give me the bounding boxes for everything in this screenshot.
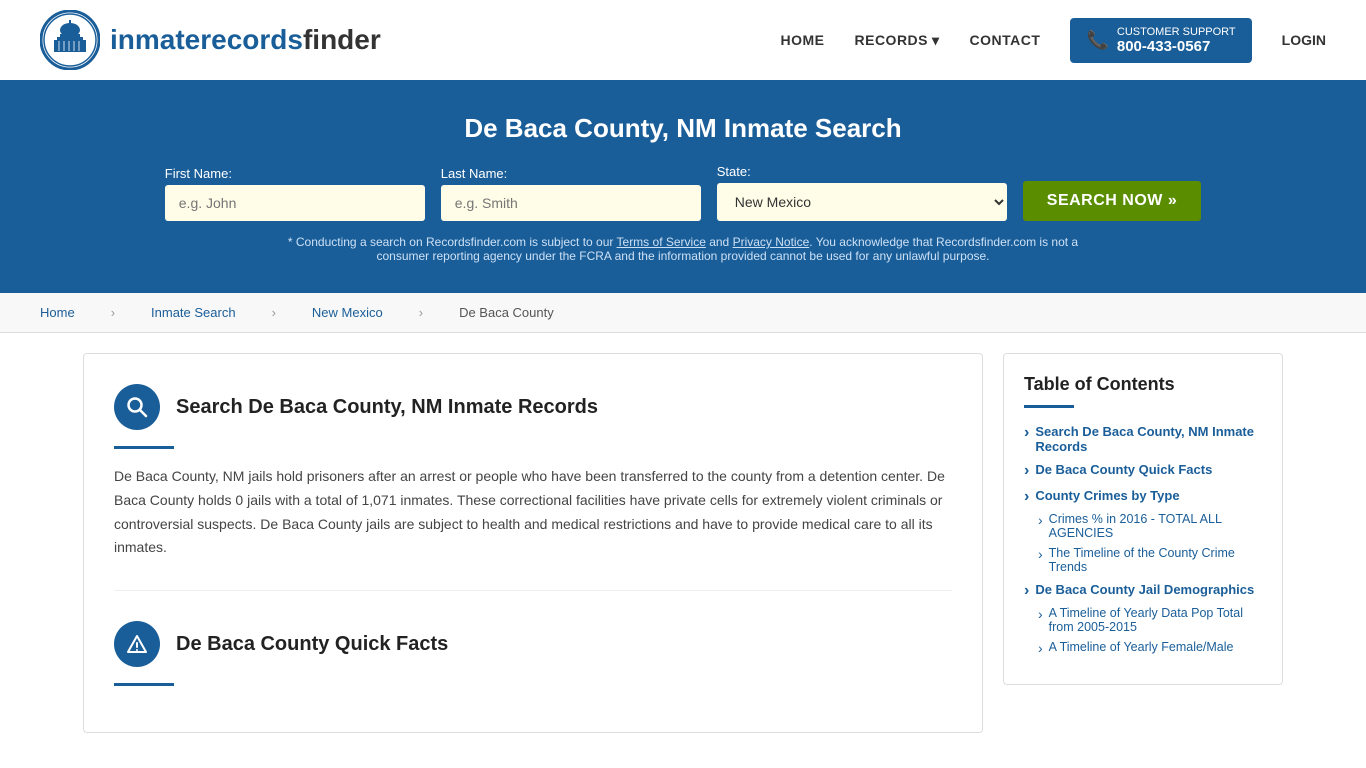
warning-section-icon [114,621,160,667]
toc-list: Search De Baca County, NM Inmate Records… [1024,424,1262,656]
section2-divider [114,683,174,686]
toc-sublist-4: A Timeline of Yearly Data Pop Total from… [1024,606,1262,656]
search-banner: De Baca County, NM Inmate Search First N… [0,83,1366,293]
toc-subitem-4-2: A Timeline of Yearly Female/Male [1038,640,1262,656]
breadcrumb: Home › Inmate Search › New Mexico › De B… [0,293,1366,333]
breadcrumb-county: De Baca County [459,305,554,320]
nav-contact[interactable]: CONTACT [970,32,1041,48]
section2-header: De Baca County Quick Facts [114,621,952,667]
search-section-icon [114,384,160,430]
toc-link-4[interactable]: De Baca County Jail Demographics [1024,582,1262,600]
toc-sublink-4-1[interactable]: A Timeline of Yearly Data Pop Total from… [1038,606,1262,634]
sidebar-toc: Table of Contents Search De Baca County,… [1003,353,1283,685]
last-name-label: Last Name: [441,166,701,181]
nav-home[interactable]: HOME [781,32,825,48]
toc-link-2[interactable]: De Baca County Quick Facts [1024,462,1262,480]
section-inmate-records: Search De Baca County, NM Inmate Records… [114,384,952,591]
toc-link-3[interactable]: County Crimes by Type [1024,488,1262,506]
breadcrumb-state[interactable]: New Mexico [312,305,383,320]
section-quick-facts: De Baca County Quick Facts [114,591,952,686]
last-name-group: Last Name: [441,166,701,221]
support-box: 📞 CUSTOMER SUPPORT 800-433-0567 [1070,18,1251,63]
toc-subitem-3-2: The Timeline of the County Crime Trends [1038,546,1262,574]
toc-sublink-4-2[interactable]: A Timeline of Yearly Female/Male [1038,640,1262,656]
state-select[interactable]: AlabamaAlaskaArizonaArkansasCaliforniaCo… [717,183,1007,221]
toc-subitem-4-1: A Timeline of Yearly Data Pop Total from… [1038,606,1262,634]
toc-item-2: De Baca County Quick Facts [1024,462,1262,480]
login-button[interactable]: LOGIN [1282,32,1326,48]
logo-icon [40,10,100,70]
section1-header: Search De Baca County, NM Inmate Records [114,384,952,430]
state-label: State: [717,164,1007,179]
first-name-input[interactable] [165,185,425,221]
phone-icon: 📞 [1086,30,1108,51]
state-group: State: AlabamaAlaskaArizonaArkansasCalif… [717,164,1007,221]
toc-item-1: Search De Baca County, NM Inmate Records [1024,424,1262,454]
first-name-label: First Name: [165,166,425,181]
site-header: inmaterecordsfinder HOME RECORDS ▾ CONTA… [0,0,1366,83]
first-name-group: First Name: [165,166,425,221]
section1-divider [114,446,174,449]
page-title: De Baca County, NM Inmate Search [40,113,1326,144]
toc-item-3: County Crimes by Type Crimes % in 2016 -… [1024,488,1262,574]
toc-link-1[interactable]: Search De Baca County, NM Inmate Records [1024,424,1262,454]
disclaimer-text: * Conducting a search on Recordsfinder.c… [283,235,1083,263]
breadcrumb-sep-2: › [272,305,276,320]
support-label: CUSTOMER SUPPORT [1117,26,1236,38]
section1-title: Search De Baca County, NM Inmate Records [176,396,598,419]
nav-records[interactable]: RECORDS ▾ [855,32,940,49]
privacy-link[interactable]: Privacy Notice [733,235,810,249]
tos-link[interactable]: Terms of Service [617,235,706,249]
main-nav: HOME RECORDS ▾ CONTACT 📞 CUSTOMER SUPPOR… [781,18,1327,63]
toc-item-4: De Baca County Jail Demographics A Timel… [1024,582,1262,656]
logo-area: inmaterecordsfinder [40,10,381,70]
toc-sublist-3: Crimes % in 2016 - TOTAL ALL AGENCIES Th… [1024,512,1262,574]
search-button[interactable]: SEARCH NOW » [1023,181,1201,221]
chevron-down-icon: ▾ [932,32,940,49]
last-name-input[interactable] [441,185,701,221]
section1-body: De Baca County, NM jails hold prisoners … [114,465,952,560]
toc-sublink-3-1[interactable]: Crimes % in 2016 - TOTAL ALL AGENCIES [1038,512,1262,540]
toc-divider [1024,405,1074,408]
content-area: Search De Baca County, NM Inmate Records… [83,353,983,733]
search-form: First Name: Last Name: State: AlabamaAla… [40,164,1326,221]
breadcrumb-inmate-search[interactable]: Inmate Search [151,305,236,320]
main-content: Search De Baca County, NM Inmate Records… [43,353,1323,733]
breadcrumb-home[interactable]: Home [40,305,75,320]
breadcrumb-sep-1: › [111,305,115,320]
section2-title: De Baca County Quick Facts [176,633,448,656]
toc-subitem-3-1: Crimes % in 2016 - TOTAL ALL AGENCIES [1038,512,1262,540]
toc-sublink-3-2[interactable]: The Timeline of the County Crime Trends [1038,546,1262,574]
support-phone: 800-433-0567 [1117,38,1236,55]
toc-title: Table of Contents [1024,374,1262,395]
breadcrumb-sep-3: › [419,305,423,320]
logo-text: inmaterecordsfinder [110,24,381,56]
